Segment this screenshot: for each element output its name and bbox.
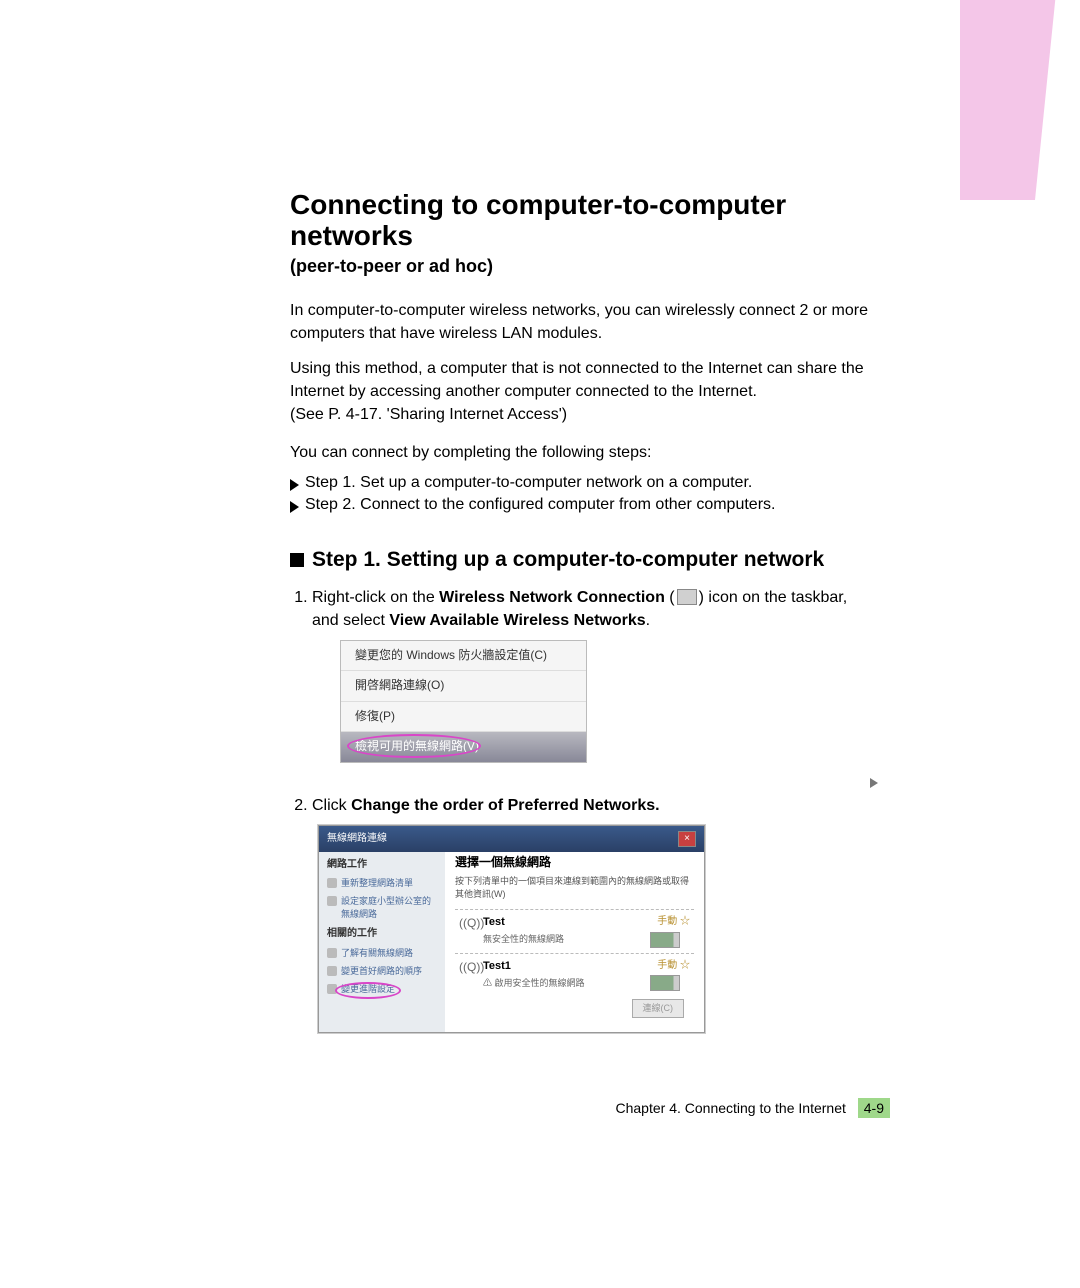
network-name: Test: [483, 915, 646, 931]
li1-bold-e: View Available Wireless Networks: [389, 612, 645, 629]
network-item-1[interactable]: ((Q)) Test 無安全性的無線網路 手動 ☆: [455, 909, 694, 953]
step-summary-2: Step 2. Connect to the configured comput…: [290, 496, 870, 514]
main-content: Connecting to computer-to-computer netwo…: [290, 0, 870, 1033]
page-title: Connecting to computer-to-computer netwo…: [290, 190, 870, 252]
menu-item-view-networks-label: 檢視可用的無線網路(V): [355, 739, 479, 753]
panel-subtitle: 按下列清單中的一個項目來連線到範圍內的無線網路或取得其他資訊(W): [455, 875, 694, 901]
sidebar-header-related: 相關的工作: [327, 927, 437, 942]
step1-heading: Step 1. Setting up a computer-to-compute…: [290, 548, 870, 572]
wireless-tray-icon: [677, 589, 697, 605]
sidebar-task-refresh-label: 重新整理網路清單: [341, 877, 413, 890]
menu-item-open-connections[interactable]: 開啓網路連線(O): [341, 671, 586, 701]
sidebar-task-advanced[interactable]: 變更進階設定: [327, 983, 437, 996]
setup-icon: [327, 896, 337, 906]
footer-chapter: Chapter 4. Connecting to the Internet: [616, 1100, 846, 1116]
page-footer: Chapter 4. Connecting to the Internet 4-…: [616, 1098, 891, 1118]
intro-paragraph-1: In computer-to-computer wireless network…: [290, 299, 870, 345]
context-menu: 變更您的 Windows 防火牆設定值(C) 開啓網路連線(O) 修復(P) 檢…: [340, 640, 587, 763]
network-manual-star: 手動 ☆: [650, 915, 690, 930]
step-summary-1: Step 1. Set up a computer-to-computer ne…: [290, 474, 870, 492]
signal-strength-icon: [650, 932, 680, 948]
step1-heading-text: Step 1. Setting up a computer-to-compute…: [312, 548, 824, 572]
intro-paragraph-2: Using this method, a computer that is no…: [290, 357, 870, 427]
li1-text-f: .: [646, 612, 650, 629]
step-summary-1-text: Step 1. Set up a computer-to-computer ne…: [305, 474, 752, 492]
sidebar-task-refresh[interactable]: 重新整理網路清單: [327, 877, 437, 890]
menu-item-view-networks[interactable]: 檢視可用的無線網路(V): [341, 732, 586, 761]
steps-intro: You can connect by completing the follow…: [290, 441, 870, 464]
panel-title: 選擇一個無線網路: [455, 854, 694, 871]
network-name: Test1: [483, 959, 646, 975]
menu-item-repair[interactable]: 修復(P): [341, 702, 586, 732]
wireless-dialog-screenshot: 無線網路連線 × 網路工作 重新整理網路清單 設定家庭小型辦公室的無線網路 相關…: [318, 825, 705, 1033]
arrow-icon: [290, 501, 299, 513]
menu-item-firewall[interactable]: 變更您的 Windows 防火牆設定值(C): [341, 641, 586, 671]
intro-p2-line1: Using this method, a computer that is no…: [290, 360, 864, 400]
square-bullet-icon: [290, 553, 304, 567]
step-summary-2-text: Step 2. Connect to the configured comput…: [305, 496, 775, 514]
wifi-icon: ((Q)): [459, 959, 479, 976]
sidebar-task-advanced-label: 變更進階設定: [341, 983, 395, 996]
star-icon: [327, 966, 337, 976]
sidebar-task-change-order[interactable]: 變更首好網路的順序: [327, 965, 437, 978]
pointer-arrow-icon: [870, 778, 878, 788]
li1-text-a: Right-click on the: [312, 589, 439, 606]
li1-text-c: (: [665, 589, 675, 606]
context-menu-screenshot: 變更您的 Windows 防火牆設定值(C) 開啓網路連線(O) 修復(P) 檢…: [312, 640, 870, 784]
info-icon: [327, 948, 337, 958]
network-desc: ⚠ 啟用安全性的無線網路: [483, 977, 646, 990]
dialog-title: 無線網路連線: [327, 832, 387, 847]
step1-instruction-1: Right-click on the Wireless Network Conn…: [312, 586, 870, 784]
sidebar-task-change-order-label: 變更首好網路的順序: [341, 965, 422, 978]
sidebar-header-network-tasks: 網路工作: [327, 858, 437, 873]
network-item-2[interactable]: ((Q)) Test1 ⚠ 啟用安全性的無線網路 手動 ☆: [455, 953, 694, 997]
intro-p2-line2: (See P. 4-17. 'Sharing Internet Access'): [290, 406, 567, 423]
page-corner-graphic: [960, 0, 1080, 200]
footer-page-number: 4-9: [858, 1098, 890, 1118]
li2-text-a: Click: [312, 797, 351, 814]
sidebar-task-learn[interactable]: 了解有關無線網路: [327, 947, 437, 960]
gear-icon: [327, 984, 337, 994]
sidebar-task-setup-label: 設定家庭小型辦公室的無線網路: [341, 895, 437, 921]
refresh-icon: [327, 878, 337, 888]
sidebar-task-learn-label: 了解有關無線網路: [341, 947, 413, 960]
connect-button[interactable]: 連線(C): [632, 999, 685, 1018]
dialog-sidebar: 網路工作 重新整理網路清單 設定家庭小型辦公室的無線網路 相關的工作 了解有關無…: [319, 826, 445, 1032]
network-desc: 無安全性的無線網路: [483, 933, 646, 946]
step1-instruction-2: Click Change the order of Preferred Netw…: [312, 794, 870, 1033]
li1-bold-b: Wireless Network Connection: [439, 589, 665, 606]
sidebar-task-setup[interactable]: 設定家庭小型辦公室的無線網路: [327, 895, 437, 921]
dialog-titlebar: 無線網路連線 ×: [319, 826, 704, 852]
close-icon[interactable]: ×: [678, 831, 696, 847]
steps-intro-text: You can connect by completing the follow…: [290, 441, 870, 464]
page-subtitle: (peer-to-peer or ad hoc): [290, 256, 870, 277]
dialog-main-panel: 選擇一個無線網路 按下列清單中的一個項目來連線到範圍內的無線網路或取得其他資訊(…: [445, 826, 704, 1032]
li2-bold-b: Change the order of Preferred Networks.: [351, 797, 660, 814]
signal-strength-icon: [650, 975, 680, 991]
arrow-icon: [290, 479, 299, 491]
network-manual-star: 手動 ☆: [650, 959, 690, 974]
wifi-icon: ((Q)): [459, 915, 479, 932]
